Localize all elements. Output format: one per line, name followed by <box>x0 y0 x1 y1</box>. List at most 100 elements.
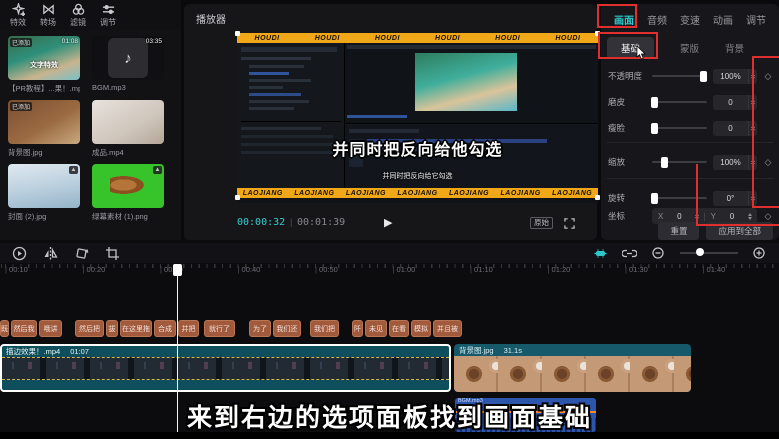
media-item[interactable]: 成品.mp4 <box>92 100 164 158</box>
y-value[interactable]: 0 <box>719 212 745 221</box>
text-clip[interactable]: 并且被 <box>433 320 462 337</box>
property-stepper[interactable] <box>748 191 757 206</box>
tab-音频[interactable]: 音频 <box>644 10 670 29</box>
keyframe-icon[interactable]: ◇ <box>761 157 775 168</box>
property-value[interactable]: 100% <box>713 158 748 167</box>
toolbar-item-label: 特效 <box>10 17 26 28</box>
media-thumbnail[interactable]: ▲ <box>92 164 164 208</box>
reverse-icon[interactable] <box>12 246 27 261</box>
link-icon[interactable] <box>622 246 637 261</box>
toolbar-item-特效[interactable]: 特效 <box>10 3 26 30</box>
property-value[interactable]: 0 <box>713 98 748 107</box>
subtab-蒙版[interactable]: 蒙版 <box>680 41 699 55</box>
text-clip[interactable]: 为了 <box>249 320 271 337</box>
ruler-label: 01:10 <box>470 265 493 274</box>
image-type-icon: ▲ <box>153 166 162 174</box>
thumbnail-overlay-text: 文字特效 <box>8 60 80 70</box>
media-thumbnail[interactable] <box>92 100 164 144</box>
property-slider[interactable] <box>652 122 707 134</box>
reset-button[interactable]: 重置 <box>658 222 699 240</box>
added-badge: 已添加 <box>10 102 32 111</box>
apply-all-button[interactable]: 应用到全部 <box>706 222 773 240</box>
property-slider[interactable] <box>652 70 707 82</box>
time-separator: | <box>290 217 292 227</box>
media-item[interactable]: ♪03:35 BGM.mp3 <box>92 36 164 94</box>
play-button[interactable]: ▶ <box>384 216 392 229</box>
text-clip[interactable]: 并把 <box>178 320 199 337</box>
mirror-icon[interactable] <box>43 246 58 261</box>
text-clip[interactable]: 既 <box>0 320 9 337</box>
property-slider[interactable] <box>652 96 707 108</box>
media-item[interactable]: ▲ 绿幕素材 (1).png <box>92 164 164 222</box>
property-stepper[interactable] <box>748 95 757 110</box>
text-clip[interactable]: 然后把 <box>75 320 104 337</box>
property-stepper[interactable] <box>748 155 757 170</box>
media-thumbnail[interactable]: 文字特效已添加01:08 <box>8 36 80 80</box>
playhead-handle[interactable] <box>173 264 182 276</box>
mouse-cursor <box>636 46 646 60</box>
tab-调节[interactable]: 调节 <box>743 10 769 29</box>
property-value[interactable]: 0 <box>713 124 748 133</box>
text-clip[interactable]: 我们还 <box>273 320 301 337</box>
ratio-button[interactable]: 原始 <box>530 217 553 229</box>
tiger-figure <box>110 176 144 194</box>
property-stepper[interactable] <box>748 121 757 136</box>
selection-handle[interactable] <box>235 31 240 36</box>
text-clip[interactable]: 哦讲 <box>39 320 62 337</box>
zoom-out-icon[interactable] <box>651 246 666 261</box>
text-clip[interactable]: 合成 <box>154 320 176 337</box>
property-stepper[interactable] <box>748 69 757 84</box>
image-clip-label: 背景图.jpg31.1s <box>454 344 691 356</box>
letterbox-bar <box>0 432 779 439</box>
rotate-icon[interactable] <box>74 246 89 261</box>
property-slider[interactable] <box>652 192 707 204</box>
watermark-bar-bottom: LAOJIANGLAOJIANGLAOJIANGLAOJIANGLAOJIANG… <box>237 188 598 198</box>
selection-handle[interactable] <box>595 195 600 200</box>
media-item[interactable]: ▲封面 (2).jpg <box>8 164 80 222</box>
fullscreen-icon[interactable] <box>564 216 575 234</box>
time-ruler[interactable]: 00:1000:2000:3000:4000:5001:0001:1001:20… <box>0 264 779 277</box>
timeline-zoom-slider[interactable] <box>680 248 738 258</box>
property-value[interactable]: 0° <box>713 194 748 203</box>
media-thumbnail[interactable]: ♪03:35 <box>92 36 164 80</box>
text-clip[interactable]: 然后我 <box>11 320 37 337</box>
toolbar-item-调节[interactable]: 调节 <box>100 3 116 30</box>
property-slider[interactable] <box>652 156 707 168</box>
text-clip[interactable]: 阡 <box>352 320 363 337</box>
x-value[interactable]: 0 <box>666 212 692 221</box>
tab-画面[interactable]: 画面 <box>611 10 637 29</box>
text-clip[interactable]: 我们把 <box>310 320 339 337</box>
keyframe-icon[interactable]: ◇ <box>761 211 775 222</box>
selection-handle[interactable] <box>235 195 240 200</box>
zoom-in-icon[interactable] <box>752 246 767 261</box>
video-preview[interactable]: HOUDIHOUDIHOUDIHOUDIHOUDIHOUDI <box>237 33 598 203</box>
media-thumbnail[interactable]: ▲ <box>8 164 80 208</box>
subtab-基础[interactable]: 基础 <box>607 37 654 59</box>
tab-变速[interactable]: 变速 <box>677 10 703 29</box>
text-clip[interactable]: 在看 <box>389 320 409 337</box>
property-row-缩放: 缩放100%◇ <box>601 152 779 172</box>
text-clip[interactable]: 就行了 <box>204 320 235 337</box>
media-thumbnail[interactable]: 已添加 <box>8 100 80 144</box>
toolbar-item-转场[interactable]: 转场 <box>40 3 56 30</box>
selection-handle[interactable] <box>595 31 600 36</box>
toolbar-item-滤镜[interactable]: 滤镜 <box>70 3 86 30</box>
property-value[interactable]: 100% <box>713 72 748 81</box>
media-item[interactable]: 已添加背景图.jpg <box>8 100 80 158</box>
media-item[interactable]: 文字特效已添加01:08【PR教程】...果！.mp4 <box>8 36 80 94</box>
media-library-panel: 文字特效已添加01:08【PR教程】...果！.mp4 ♪03:35 BGM.mp3… <box>0 30 181 240</box>
tab-动画[interactable]: 动画 <box>710 10 736 29</box>
text-clip[interactable]: 拔 <box>106 320 118 337</box>
watermark-text: LAOJIANG <box>449 190 489 197</box>
image-clip[interactable]: 背景图.jpg31.1s <box>454 344 691 392</box>
text-clip[interactable]: 在这里拖 <box>120 320 152 337</box>
text-clip[interactable]: 未见 <box>365 320 387 337</box>
snap-icon[interactable] <box>593 246 608 261</box>
video-clip-selected[interactable]: 描边效果！.mp401:07 <box>0 344 451 392</box>
text-clip[interactable]: 模拟 <box>411 320 431 337</box>
subtab-背景[interactable]: 背景 <box>725 41 744 55</box>
crop-icon[interactable] <box>105 246 120 261</box>
media-item-name: 绿幕素材 (1).png <box>92 211 164 222</box>
media-item-name: BGM.mp3 <box>92 83 164 92</box>
keyframe-icon[interactable]: ◇ <box>761 71 775 82</box>
